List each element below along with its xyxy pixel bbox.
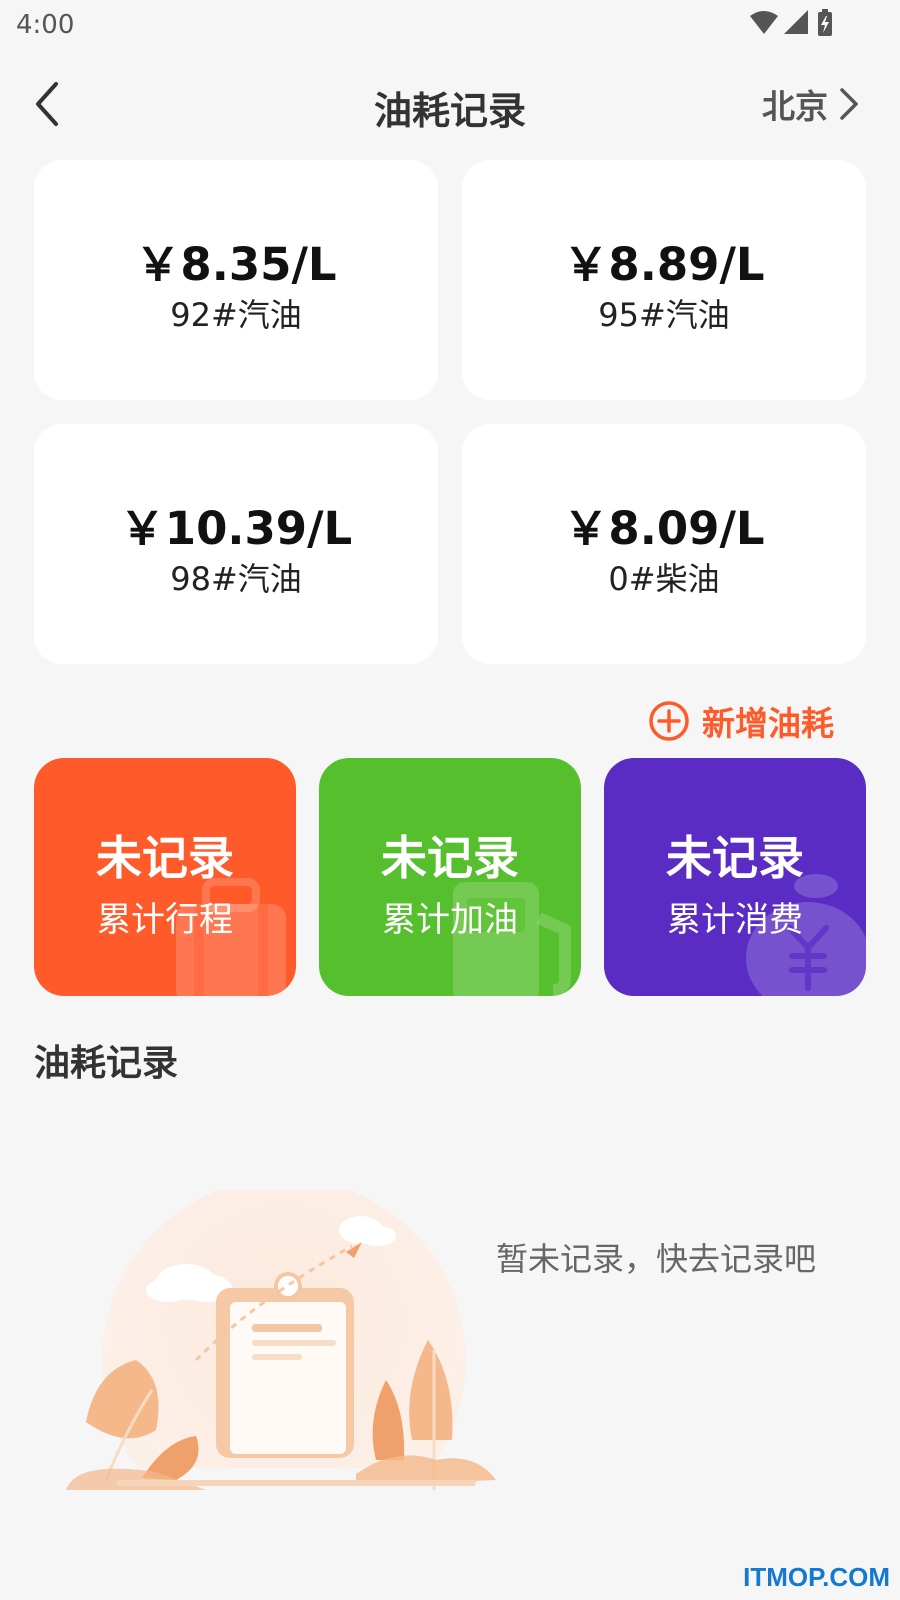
status-time: 4:00 (16, 10, 75, 40)
stat-value: 未记录 (96, 831, 234, 885)
stat-card-refuel[interactable]: 未记录 累计加油 (319, 758, 581, 996)
stat-label: 累计加油 (382, 900, 518, 940)
city-label: 北京 (762, 87, 828, 126)
stat-card-mileage[interactable]: 未记录 累计行程 (34, 758, 296, 996)
stat-card-spending[interactable]: 未记录 累计消费 (604, 758, 866, 996)
status-icons (750, 9, 832, 36)
records-section-title: 油耗记录 (34, 1043, 179, 1084)
price-value: ￥8.35/L (135, 238, 337, 291)
price-card-98: ￥10.39/L 98#汽油 (34, 424, 438, 664)
price-card-diesel: ￥8.09/L 0#柴油 (462, 424, 866, 664)
fuel-type: 0#柴油 (608, 560, 720, 598)
fuel-type: 98#汽油 (170, 560, 302, 598)
chevron-right-icon (840, 88, 858, 120)
price-value: ￥10.39/L (119, 502, 353, 555)
add-record-label: 新增油耗 (702, 704, 834, 743)
empty-state-illustration (56, 1190, 506, 1520)
signal-icon (784, 10, 808, 34)
add-fuel-record-button[interactable]: 新增油耗 (648, 698, 834, 744)
stat-label: 累计行程 (97, 900, 233, 940)
stat-label: 累计消费 (667, 900, 803, 940)
price-card-95: ￥8.89/L 95#汽油 (462, 160, 866, 400)
watermark: ITMOP.COM (743, 1562, 890, 1592)
fuel-type: 95#汽油 (598, 296, 730, 334)
status-bar: 4:00 (0, 0, 900, 50)
stat-value: 未记录 (666, 831, 804, 885)
stat-value: 未记录 (381, 831, 519, 885)
price-value: ￥8.09/L (563, 502, 765, 555)
plus-circle-icon (649, 701, 689, 741)
price-card-92: ￥8.35/L 92#汽油 (34, 160, 438, 400)
price-value: ￥8.89/L (563, 238, 765, 291)
wifi-icon (750, 11, 778, 34)
city-selector[interactable]: 北京 (762, 80, 860, 128)
fuel-type: 92#汽油 (170, 296, 302, 334)
empty-state-text: 暂未记录，快去记录吧 (496, 1240, 817, 1278)
battery-icon (818, 9, 832, 36)
nav-bar: 油耗记录 北京 (0, 62, 900, 146)
